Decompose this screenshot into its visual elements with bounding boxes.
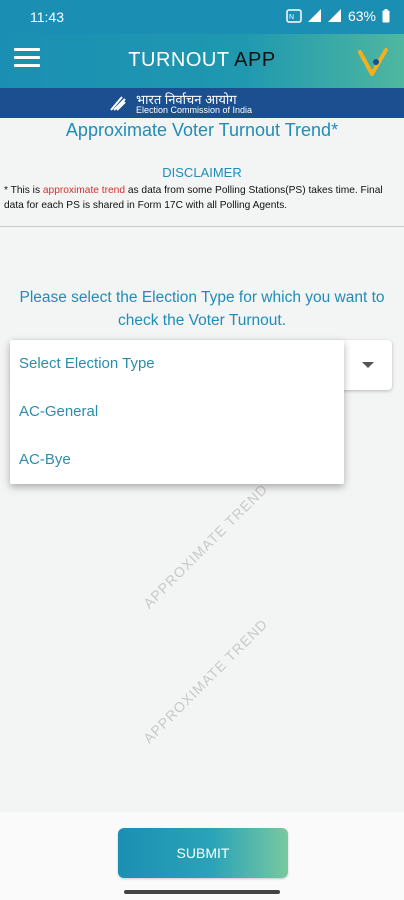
disclaimer-highlight: approximate trend	[42, 185, 125, 196]
eci-english-name: Election Commission of India	[136, 105, 253, 115]
voting-finger-icon	[110, 96, 126, 111]
nfc-icon: N	[286, 9, 302, 23]
app-title-turnout: TURNOUT	[128, 49, 230, 71]
app-bar: TURNOUT APP	[0, 34, 404, 88]
status-bar: 11:43 N 63%	[0, 0, 404, 34]
status-time: 11:43	[30, 9, 64, 25]
page-title: Approximate Voter Turnout Trend*	[65, 120, 339, 140]
gesture-home-bar[interactable]	[124, 890, 280, 894]
v-logo-icon	[358, 48, 388, 76]
battery-percent: 63%	[347, 8, 376, 24]
disclaimer-prefix: * This is	[4, 185, 43, 196]
status-icons: N 63%	[286, 8, 390, 24]
election-type-prompt: Please select the Election Type for whic…	[19, 289, 385, 329]
divider	[0, 226, 404, 227]
chevron-down-icon[interactable]	[362, 362, 374, 368]
app-title-app: APP	[234, 49, 276, 71]
disclaimer-text: * This is approximate trend as data from…	[4, 183, 402, 213]
signal-icon	[327, 9, 341, 22]
wifi-icon	[307, 9, 321, 22]
submit-button[interactable]: SUBMIT	[118, 828, 288, 878]
dropdown-option-placeholder[interactable]: Select Election Type	[19, 355, 155, 372]
dropdown-option-ac-bye[interactable]: AC-Bye	[19, 451, 71, 468]
watermark-2: APPROXIMATE TREND	[140, 615, 271, 747]
election-type-dropdown: Select Election Type AC-General AC-Bye	[10, 340, 344, 484]
disclaimer-title: DISCLAIMER	[162, 165, 242, 180]
dropdown-option-ac-general[interactable]: AC-General	[19, 403, 98, 420]
svg-text:N: N	[289, 14, 294, 21]
battery-icon	[382, 9, 390, 23]
watermark-1: APPROXIMATE TREND	[140, 480, 271, 612]
app-title: TURNOUT APP	[0, 49, 404, 72]
eci-banner: भारत निर्वाचन आयोग Election Commission o…	[0, 88, 404, 118]
